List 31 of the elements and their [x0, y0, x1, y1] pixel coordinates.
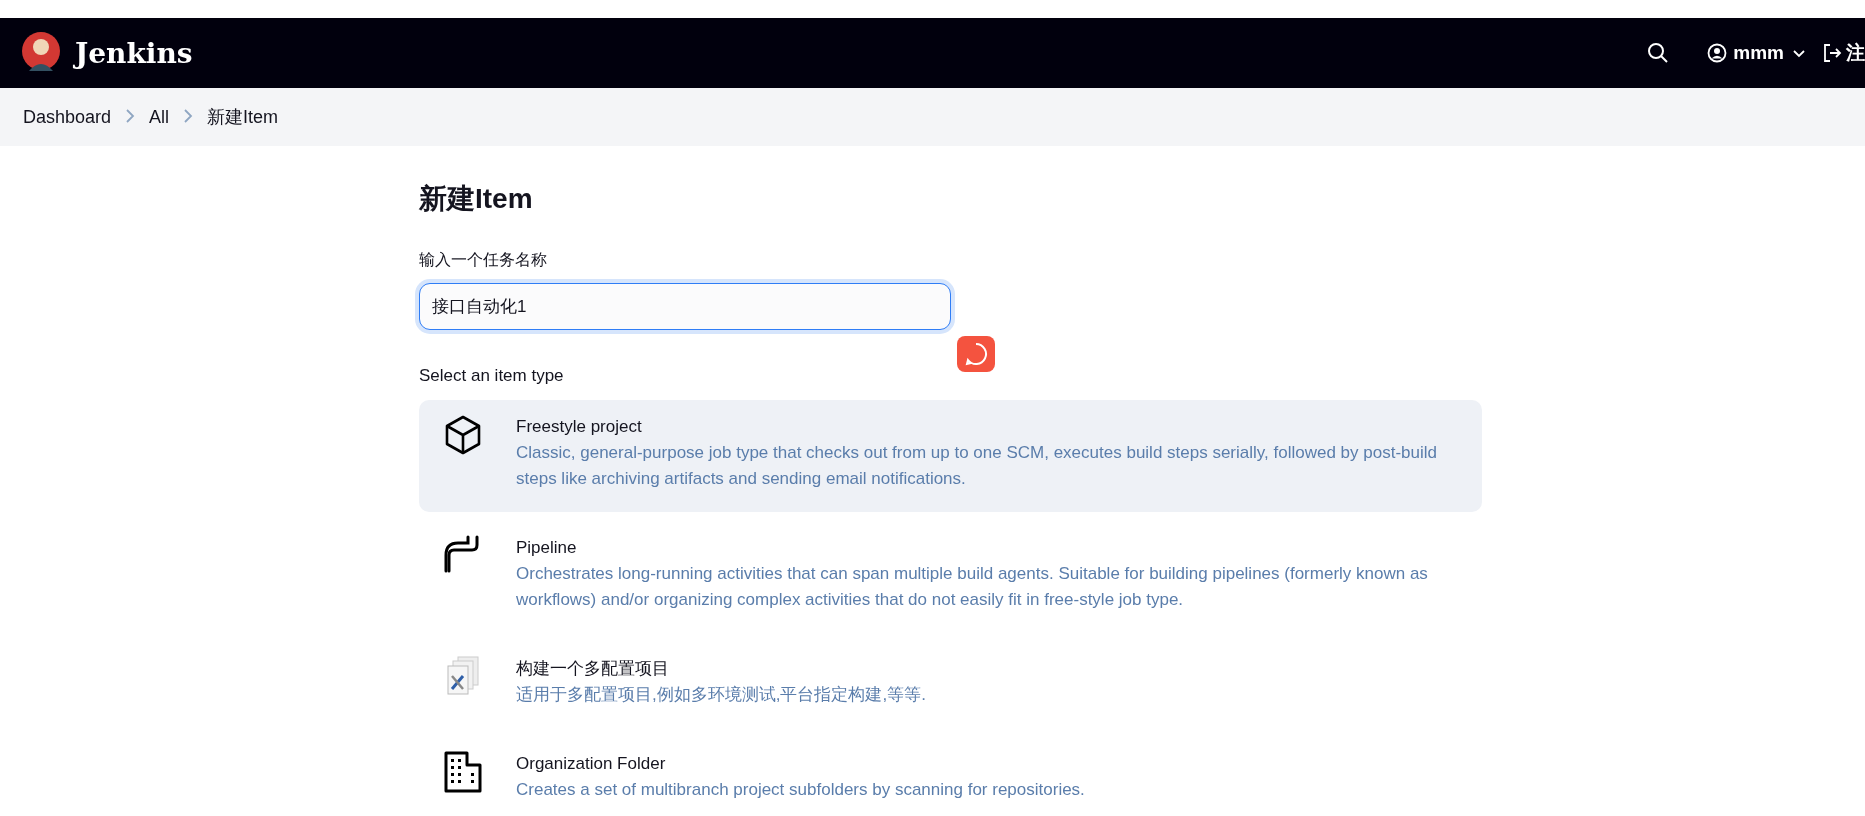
- breadcrumb-link[interactable]: Dashboard: [23, 106, 112, 128]
- ai-button[interactable]: [957, 336, 995, 372]
- item-type-option[interactable]: [419, 400, 1482, 512]
- item-type-option[interactable]: 构建一个多配置项目 适用于多配置项目,例如多环境测试,平台指定构建,等等.: [419, 642, 1482, 728]
- page-title: 新建Item: [419, 182, 534, 216]
- section-label: Select an item type: [419, 365, 565, 387]
- logout-icon: [1822, 43, 1842, 63]
- chevron-icon: [125, 108, 136, 123]
- item-type-name: Freestyle project: [516, 416, 643, 438]
- documents-tools-icon: [446, 656, 480, 696]
- item-type-description: Classic, general-purpose job type that checks out from up to one SCM, executes build steps serially, followed by post-build steps like archiving artifacts and sending email notifications.: [516, 442, 1438, 490]
- item-type-description: 适用于多配置项目,例如多环境测试,平台指定构建,等等.: [516, 684, 926, 706]
- chevron-icon: [183, 108, 194, 123]
- item-type-name: Organization Folder: [516, 753, 667, 775]
- user-menu-button[interactable]: mmm: [1699, 34, 1814, 72]
- brand-name[interactable]: Jenkins: [75, 36, 193, 70]
- breadcrumb-link[interactable]: All: [149, 106, 170, 128]
- item-type-name: Pipeline: [516, 537, 578, 559]
- pipeline-icon: [444, 535, 482, 573]
- item-type-description: Creates a set of multibranch project subfolders by scanning for repositories.: [516, 779, 1085, 801]
- logout-button[interactable]: 注: [1814, 32, 1865, 74]
- building-icon: [443, 751, 483, 793]
- search-icon: [1647, 42, 1670, 64]
- item-type-description: Orchestrates long-running activities that can span multiple build agents. Suitable for building pipelines (formerly known as workflows) and/or organizing complex activities that do not easily fit in free-style job type.: [516, 563, 1429, 611]
- item-type-name: 构建一个多配置项目: [516, 658, 670, 680]
- cube-icon: [444, 414, 482, 456]
- user-icon: [1707, 43, 1728, 63]
- breadcrumb-link[interactable]: 新建Item: [207, 105, 279, 129]
- item-name-field[interactable]: 接口自动化1: [419, 283, 951, 330]
- field-label: 输入一个任务名称: [419, 250, 548, 270]
- item-type-option[interactable]: Organization Folder Creates a set of multibranch project subfolders by scanning for repositories.: [419, 737, 1482, 816]
